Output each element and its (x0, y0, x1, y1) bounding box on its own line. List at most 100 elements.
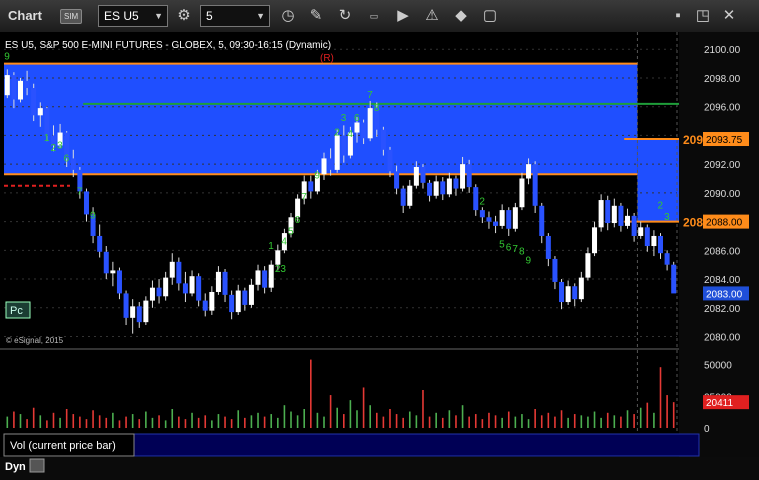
tag-icon[interactable]: ◆ (450, 5, 472, 27)
volume-bar (224, 416, 226, 428)
volume-bar (131, 414, 134, 428)
interval-value: 5 (206, 9, 213, 23)
comment-icon[interactable]: ▢ (479, 5, 501, 27)
candle-body (605, 200, 611, 224)
candle-body (242, 290, 248, 305)
symbol-dropdown-icon[interactable]: ▼ (154, 6, 163, 26)
volume-bar (65, 409, 68, 428)
candle-body (618, 205, 624, 226)
candle-body (83, 191, 89, 215)
candle-body (572, 286, 578, 300)
alert-icon[interactable]: ⚠ (421, 5, 443, 27)
volume-bar (296, 415, 299, 428)
setup-count-label: 7 (512, 244, 518, 255)
volume-bar (349, 400, 352, 428)
level-edge-label: 208 (683, 216, 703, 230)
volume-bar (52, 412, 55, 428)
candle-body (367, 108, 373, 139)
volume-bar (474, 414, 477, 428)
sim-badge: SIM (60, 9, 83, 24)
volume-bar (79, 416, 81, 428)
volume-bar (105, 417, 108, 428)
setup-count-label: 5 (288, 227, 294, 238)
price-tick-label: 2100.00 (704, 45, 741, 56)
volume-bar (138, 419, 141, 428)
volume-bar (19, 414, 22, 428)
volume-bar (230, 419, 233, 428)
zone-box (4, 63, 638, 175)
setup-count-label: 4 (281, 237, 287, 248)
candle-body (413, 167, 419, 186)
volume-bar (481, 419, 484, 428)
volume-bar (336, 407, 339, 428)
setup-count-label: 6 (506, 242, 512, 253)
candle-body (651, 235, 657, 247)
volume-bar (488, 412, 490, 428)
price-marker-label: 2083.00 (706, 289, 743, 300)
chart-area[interactable]: 912 36791234567923467825 6 7 8923 2100.00209… (0, 32, 759, 480)
minimize-icon[interactable]: ▪ (667, 5, 689, 27)
candle-body (268, 264, 274, 288)
candle-body (506, 210, 512, 229)
volume-bar (514, 416, 517, 428)
volume-bar (600, 417, 602, 428)
volume-bar (191, 412, 193, 428)
price-tick-label: 2098.00 (704, 74, 741, 85)
volume-bar (6, 416, 9, 428)
volume-bar (217, 414, 220, 428)
candle-body (664, 253, 670, 265)
settings-gear-icon[interactable]: ⚙ (173, 5, 195, 27)
candle-body (202, 300, 208, 311)
volume-bar (204, 415, 207, 428)
volume-bar (13, 411, 15, 428)
candle-body (255, 270, 261, 285)
candle-body (321, 158, 327, 175)
setup-count-label: 9 (4, 51, 10, 62)
volume-bar (171, 409, 174, 428)
candle-body (611, 205, 617, 224)
setup-count-label: 23 (275, 264, 287, 275)
close-icon[interactable]: ✕ (718, 5, 740, 27)
candle-body (149, 287, 155, 301)
candle-body (130, 306, 136, 318)
candle-body (176, 261, 182, 284)
candle-body (598, 200, 604, 228)
volume-bar (560, 410, 563, 428)
volume-bar (408, 411, 411, 428)
pencil-icon[interactable]: ✎ (305, 5, 327, 27)
volume-bar (395, 414, 398, 428)
volume-bar (527, 419, 530, 428)
candle-body (248, 284, 254, 305)
interval-dropdown-icon[interactable]: ▼ (256, 6, 265, 26)
volume-bar (72, 414, 75, 428)
candle-body (123, 293, 129, 318)
setup-count-label: 7 (77, 186, 83, 197)
play-icon[interactable]: ▶ (392, 5, 414, 27)
volume-bar (389, 409, 391, 428)
clock-icon[interactable]: ◷ (277, 5, 299, 27)
interval-input[interactable]: 5 ▼ (200, 5, 270, 27)
refresh-icon[interactable]: ↻ (334, 5, 356, 27)
candle-body (499, 210, 505, 226)
candle-body (136, 306, 142, 323)
candle-body (31, 88, 37, 116)
get-icon[interactable]: ▭ (363, 5, 385, 27)
candle-body (559, 281, 565, 303)
candle-body (24, 80, 30, 89)
volume-bar (323, 416, 325, 428)
candle-body (526, 164, 532, 179)
candle-body (103, 251, 109, 274)
volume-bar (540, 415, 543, 428)
volume-bar (184, 419, 187, 428)
volume-bar (402, 417, 404, 428)
candle-body (361, 122, 367, 139)
symbol-input[interactable]: ES U5 ▼ (98, 5, 168, 27)
restore-icon[interactable]: ◳ (692, 5, 714, 27)
volume-bar (507, 411, 510, 428)
price-tick-label: 2084.00 (704, 275, 741, 286)
scale-toggle-icon[interactable] (29, 458, 45, 473)
volume-bar (329, 395, 332, 428)
volume-bar (547, 412, 550, 428)
price-tick-label: 2092.00 (704, 160, 741, 171)
volume-bar (415, 415, 418, 428)
